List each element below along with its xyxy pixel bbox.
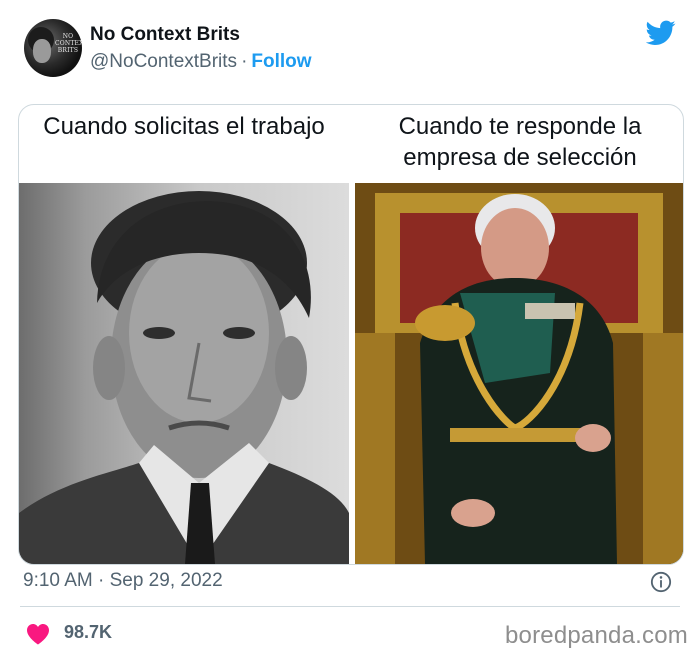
separator-dot: · bbox=[241, 51, 248, 72]
tweet-card: NO CONTEXT BRITS No Context Brits @NoCon… bbox=[0, 0, 700, 661]
display-name[interactable]: No Context Brits bbox=[90, 24, 240, 46]
media-card[interactable]: Cuando solicitas el trabajo Cuando te re… bbox=[18, 104, 684, 565]
avatar[interactable]: NO CONTEXT BRITS bbox=[24, 19, 82, 77]
watermark-text: boredpanda.com bbox=[505, 622, 688, 649]
follow-button[interactable]: Follow bbox=[251, 51, 311, 72]
info-icon[interactable] bbox=[650, 571, 672, 593]
avatar-logo-text: NO CONTEXT BRITS bbox=[55, 33, 82, 54]
heart-icon[interactable] bbox=[26, 623, 50, 645]
user-handle[interactable]: @NoContextBrits bbox=[90, 51, 237, 72]
portrait-young-man bbox=[19, 191, 349, 564]
tweet-timestamp[interactable]: 9:10 AM · Sep 29, 2022 bbox=[23, 570, 223, 592]
handle-row: @NoContextBrits · Follow bbox=[90, 51, 312, 73]
divider bbox=[20, 606, 680, 607]
photo-right[interactable] bbox=[355, 183, 683, 564]
portrait-king-on-throne bbox=[355, 183, 683, 564]
photo-left[interactable] bbox=[19, 183, 349, 564]
caption-left: Cuando solicitas el trabajo bbox=[43, 113, 325, 140]
caption-right: Cuando te responde la empresa de selecci… bbox=[398, 113, 642, 171]
twitter-bird-icon[interactable] bbox=[646, 20, 676, 46]
like-count[interactable]: 98.7K bbox=[64, 622, 112, 643]
avatar-face bbox=[33, 39, 51, 63]
